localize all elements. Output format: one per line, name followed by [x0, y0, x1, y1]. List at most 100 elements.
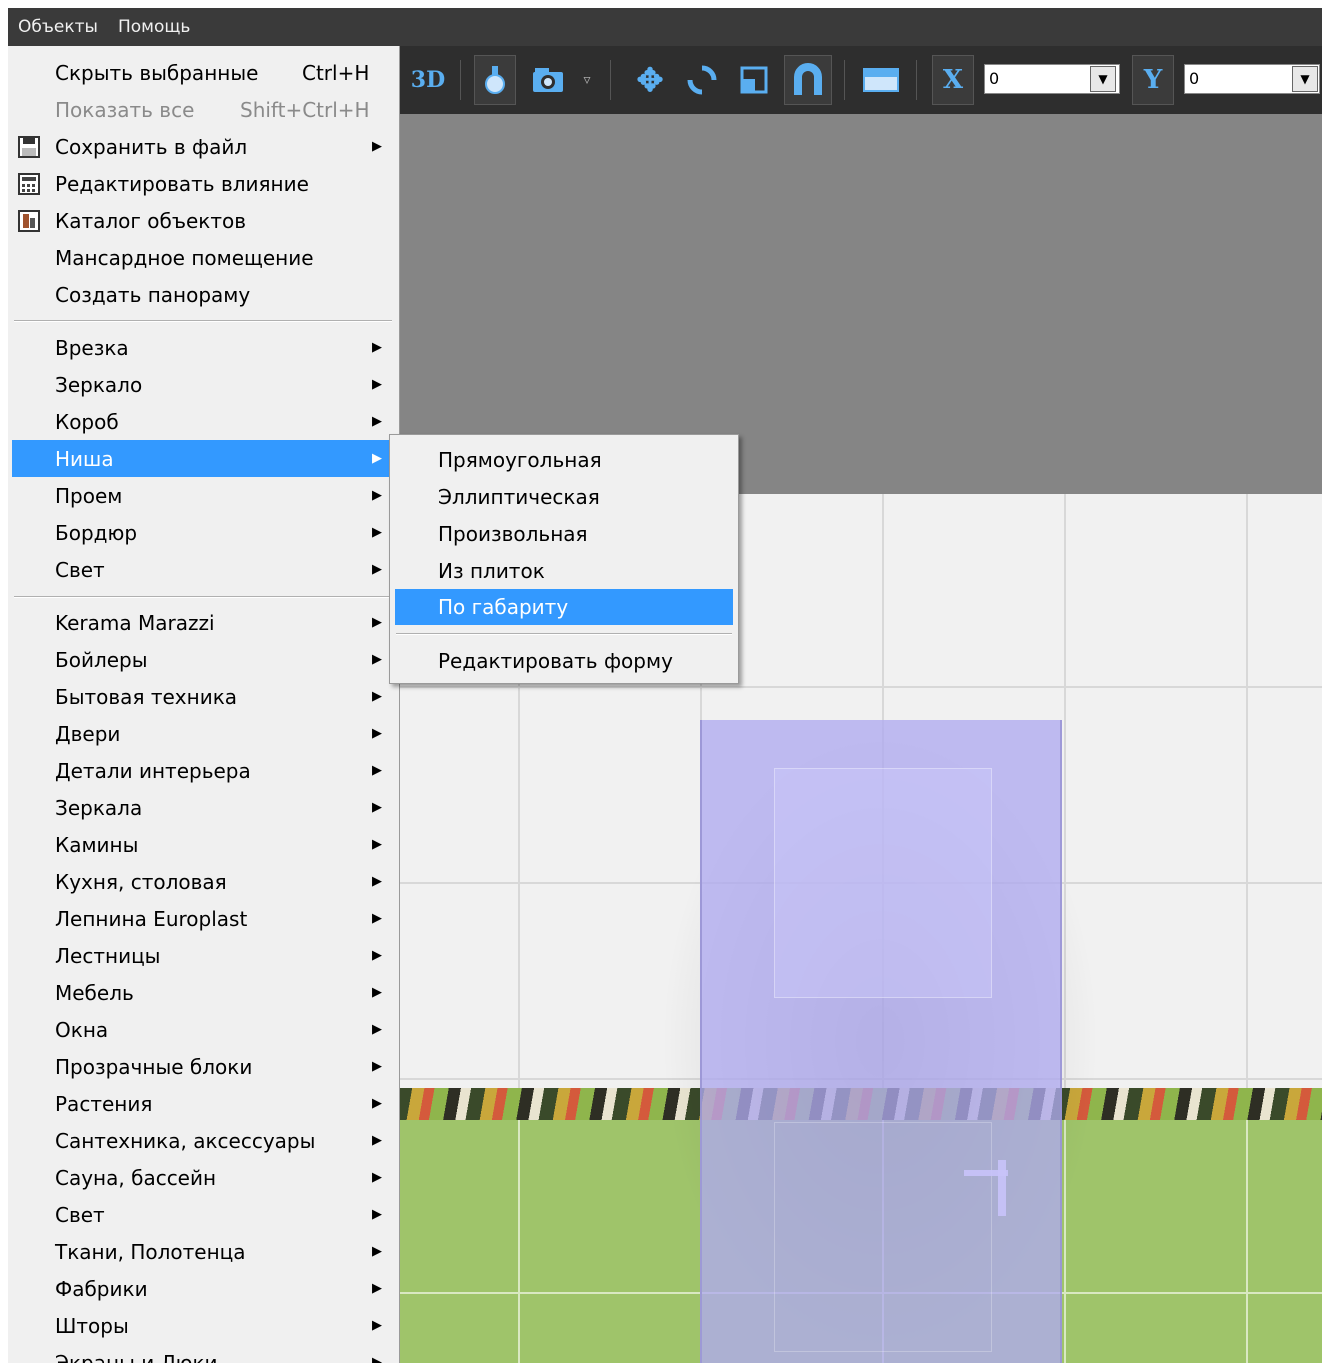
menu-item-save-to-file[interactable]: Сохранить в файл ▶ — [12, 128, 394, 165]
menu-objects[interactable]: Объекты — [18, 17, 98, 37]
menu-item-sauna-pool[interactable]: Сауна, бассейн ▶ — [12, 1159, 394, 1196]
menu-item-border[interactable]: Бордюр ▶ — [12, 514, 394, 551]
menu-item-label: Зеркало — [55, 372, 143, 397]
submenu-arrow-icon: ▶ — [372, 1096, 382, 1111]
menu-item-label: Сантехника, аксессуары — [55, 1128, 316, 1153]
submenu-arrow-icon: ▶ — [372, 1207, 382, 1222]
menu-item-mirror[interactable]: Зеркало ▶ — [12, 366, 394, 403]
menu-item-label: Лепнина Europlast — [55, 906, 248, 931]
submenu-arrow-icon: ▶ — [372, 837, 382, 852]
menu-item-label: Экраны и Люки — [55, 1350, 218, 1363]
menu-item-label: Мансардное помещение — [55, 245, 314, 270]
menu-item-create-panorama[interactable]: Создать панораму — [12, 276, 394, 313]
catalog-icon — [18, 210, 40, 232]
menu-item-fireplaces[interactable]: Камины ▶ — [12, 826, 394, 863]
menu-item-fabrics-towels[interactable]: Ткани, Полотенца ▶ — [12, 1233, 394, 1270]
submenu-arrow-icon: ▶ — [372, 1244, 382, 1259]
submenu-item-by-dimensions[interactable]: По габариту — [395, 589, 733, 625]
menu-item-attic-room[interactable]: Мансардное помещение — [12, 239, 394, 276]
submenu-arrow-icon: ▶ — [372, 414, 382, 429]
menu-item-label: Прозрачные блоки — [55, 1054, 253, 1079]
submenu-arrow-icon: ▶ — [372, 1059, 382, 1074]
y-label: Y — [1132, 55, 1174, 105]
menu-item-mirrors[interactable]: Зеркала ▶ — [12, 789, 394, 826]
menu-item-boilers[interactable]: Бойлеры ▶ — [12, 641, 394, 678]
menu-item-hide-selected[interactable]: Скрыть выбранные Ctrl+H — [12, 54, 394, 91]
menu-item-inset[interactable]: Врезка ▶ — [12, 329, 394, 366]
menu-item-label: Свет — [55, 557, 105, 582]
menu-item-interior-details[interactable]: Детали интерьера ▶ — [12, 752, 394, 789]
view-3d-button[interactable]: 3D — [404, 55, 452, 105]
submenu-item-edit-shape[interactable]: Редактировать форму — [395, 643, 733, 679]
menu-item-label: Редактировать влияние — [55, 171, 309, 196]
resize-icon[interactable] — [732, 55, 776, 105]
submenu-item-label: Из плиток — [438, 559, 545, 583]
menu-item-niche[interactable]: Ниша ▶ — [12, 440, 394, 477]
menu-item-light[interactable]: Свет ▶ — [12, 551, 394, 588]
menu-item-furniture[interactable]: Мебель ▶ — [12, 974, 394, 1011]
menu-item-kitchen-dining[interactable]: Кухня, столовая ▶ — [12, 863, 394, 900]
submenu-arrow-icon: ▶ — [372, 1170, 382, 1185]
menu-item-object-catalog[interactable]: Каталог объектов — [12, 202, 394, 239]
magnet-icon[interactable] — [784, 55, 832, 105]
submenu-arrow-icon: ▶ — [372, 763, 382, 778]
move-icon[interactable]: ✥ — [628, 55, 672, 105]
door-panel-upper — [774, 768, 992, 998]
menu-item-europlast-molding[interactable]: Лепнина Europlast ▶ — [12, 900, 394, 937]
submenu-arrow-icon: ▶ — [372, 525, 382, 540]
camera-dropdown-icon[interactable]: ▿ — [576, 55, 598, 105]
menu-item-stairs[interactable]: Лестницы ▶ — [12, 937, 394, 974]
menu-item-plants[interactable]: Растения ▶ — [12, 1085, 394, 1122]
submenu-arrow-icon: ▶ — [372, 1022, 382, 1037]
submenu-arrow-icon: ▶ — [372, 689, 382, 704]
menu-item-label: Сохранить в файл — [55, 134, 248, 159]
save-icon — [18, 136, 40, 158]
menu-item-show-all[interactable]: Показать все Shift+Ctrl+H — [12, 91, 394, 128]
door-handle-bar — [998, 1160, 1006, 1216]
menu-item-kerama-marazzi[interactable]: Kerama Marazzi ▶ — [12, 604, 394, 641]
submenu-arrow-icon: ▶ — [372, 488, 382, 503]
menu-item-edit-influence[interactable]: Редактировать влияние — [12, 165, 394, 202]
submenu-arrow-icon: ▶ — [372, 562, 382, 577]
submenu-arrow-icon: ▶ — [372, 139, 382, 154]
submenu-item-from-tiles[interactable]: Из плиток — [395, 553, 733, 589]
submenu-item-arbitrary[interactable]: Произвольная — [395, 516, 733, 552]
submenu-item-elliptical[interactable]: Эллиптическая — [395, 479, 733, 515]
menu-item-label: Шторы — [55, 1313, 129, 1338]
menu-item-label: Бытовая техника — [55, 684, 238, 709]
menu-item-lighting[interactable]: Свет ▶ — [12, 1196, 394, 1233]
submenu-arrow-icon: ▶ — [372, 1281, 382, 1296]
menu-item-label: Детали интерьера — [55, 758, 251, 783]
submenu-item-label: По габариту — [438, 595, 569, 619]
toolbar-separator — [460, 60, 461, 100]
menu-help[interactable]: Помощь — [118, 17, 190, 37]
menu-item-plumbing[interactable]: Сантехника, аксессуары ▶ — [12, 1122, 394, 1159]
menu-item-factories[interactable]: Фабрики ▶ — [12, 1270, 394, 1307]
menu-item-glass-blocks[interactable]: Прозрачные блоки ▶ — [12, 1048, 394, 1085]
menu-item-appliances[interactable]: Бытовая техника ▶ — [12, 678, 394, 715]
ruler-icon[interactable] — [858, 55, 904, 105]
rotate-icon[interactable] — [680, 55, 724, 105]
menu-item-screens-hatches[interactable]: Экраны и Люки ▶ — [12, 1344, 394, 1363]
menu-item-curtains[interactable]: Шторы ▶ — [12, 1307, 394, 1344]
menu-item-label: Камины — [55, 832, 139, 857]
menu-item-label: Кухня, столовая — [55, 869, 227, 894]
menubar: Объекты Помощь — [8, 8, 1322, 46]
scene-viewport[interactable] — [398, 114, 1322, 1363]
menu-item-label: Растения — [55, 1091, 153, 1116]
selected-door-object[interactable] — [700, 720, 1062, 1363]
menu-item-doors[interactable]: Двери ▶ — [12, 715, 394, 752]
camera-icon[interactable] — [526, 55, 570, 105]
menu-item-box[interactable]: Короб ▶ — [12, 403, 394, 440]
menu-item-opening[interactable]: Проем ▶ — [12, 477, 394, 514]
menu-item-label: Бордюр — [55, 520, 138, 545]
menu-item-label: Каталог объектов — [55, 208, 247, 233]
light-bulb-icon[interactable] — [474, 55, 516, 105]
y-dropdown-icon[interactable]: ▼ — [1292, 66, 1318, 92]
x-dropdown-icon[interactable]: ▼ — [1090, 66, 1116, 92]
submenu-arrow-icon: ▶ — [372, 874, 382, 889]
menu-item-windows[interactable]: Окна ▶ — [12, 1011, 394, 1048]
submenu-item-rectangular[interactable]: Прямоугольная — [395, 442, 733, 478]
menu-item-shortcut: Ctrl+H — [302, 60, 370, 85]
submenu-arrow-icon: ▶ — [372, 948, 382, 963]
